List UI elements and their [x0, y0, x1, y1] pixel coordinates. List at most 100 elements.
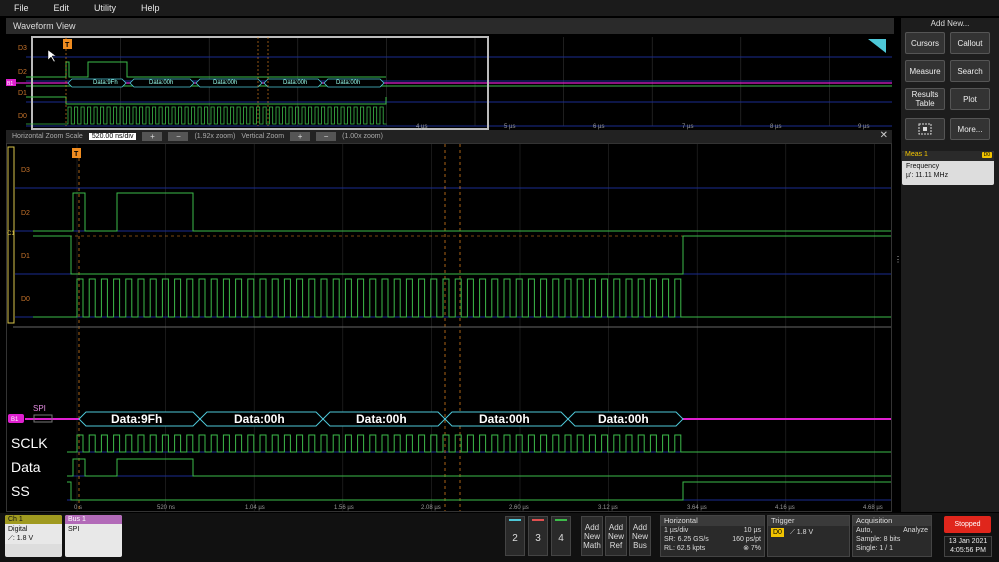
channel-3-button[interactable]: 3 — [528, 516, 548, 556]
panel-resize-handle-icon[interactable]: ⋮ — [894, 256, 902, 272]
waveform-view-title: Waveform View — [6, 18, 894, 34]
plot-button[interactable]: Plot — [950, 88, 990, 110]
menu-help[interactable]: Help — [127, 3, 171, 13]
measure-button[interactable]: Measure — [905, 60, 945, 82]
add-new-bus-button[interactable]: Add New Bus — [629, 516, 651, 556]
ch1-type: Digital — [8, 526, 28, 533]
ov-trigger-label: T — [65, 42, 70, 49]
time-tick: 1.04 µs — [245, 505, 265, 511]
ss-wave — [67, 481, 891, 501]
bus1-type: SPI — [68, 526, 80, 533]
channel-4-label: 4 — [558, 532, 564, 544]
channel-2-button[interactable]: 2 — [505, 516, 525, 556]
horizontal-record-length: RL: 62.5 kpts — [664, 545, 706, 552]
time-tick: 1.56 µs — [334, 505, 354, 511]
search-button[interactable]: Search — [950, 60, 990, 82]
signal-label-data: Data — [11, 459, 41, 475]
menu-bar: File Edit Utility Help — [0, 0, 999, 16]
v-zoom-plus-button[interactable]: + — [290, 132, 311, 141]
trigger-title: Trigger — [768, 516, 849, 526]
main-label-d1: D1 — [21, 253, 30, 260]
trigger-source: D0 — [771, 528, 784, 537]
bus-label: Data:00h — [234, 412, 285, 426]
trigger-level: ⟋ 1.8 V — [789, 529, 814, 536]
overview-panel[interactable]: D3 D2 D1 D0 B1 T Data:9Fh Data:00h Data:… — [6, 34, 892, 130]
ov-label-d0: D0 — [18, 113, 27, 120]
meas-1-value: µ': 11.11 MHz — [906, 172, 949, 179]
channel-4-button[interactable]: 4 — [551, 516, 571, 556]
main-waveform-panel[interactable]: D3 D2 D1 D0 C1 T B1 SPI SCLK Data SS 0 s… — [6, 143, 892, 512]
bus-label: Data:9Fh — [111, 412, 162, 426]
channel-3-label: 3 — [535, 532, 541, 544]
h-zoom-minus-button[interactable]: − — [168, 132, 189, 141]
acquisition-single: Single: 1 / 1 — [856, 545, 893, 552]
acquisition-sample: Sample: 8 bits — [856, 536, 901, 543]
cursors-button[interactable]: Cursors — [905, 32, 945, 54]
ov-bus-label: Data:00h — [283, 80, 307, 86]
meas-1-source: D0 — [981, 152, 992, 158]
h-zoom-label: Horizontal Zoom Scale — [12, 133, 83, 140]
bottom-settings-bar: Ch 1 Digital ⟋: 1.8 V Bus 1 SPI 2 3 4 Ad… — [0, 513, 999, 562]
bus1-title: Bus 1 — [65, 515, 122, 524]
add-new-math-button[interactable]: Add New Math — [581, 516, 603, 556]
time-tick: 0 s — [74, 505, 82, 511]
time-tick: 520 ns — [157, 505, 175, 511]
acquisition-mode: Auto, — [856, 527, 873, 534]
time-tick: 4.68 µs — [863, 505, 883, 511]
v-zoom-minus-button[interactable]: − — [316, 132, 337, 141]
callout-button[interactable]: Callout — [950, 32, 990, 54]
date-label: 13 Jan 2021 — [948, 538, 988, 545]
time-tick: 3.12 µs — [598, 505, 618, 511]
ov-bus-label: Data:00h — [149, 80, 173, 86]
acquisition-badge[interactable]: Acquisition Auto, Analyze Sample: 8 bits … — [852, 515, 932, 557]
main-label-d0: D0 — [21, 296, 30, 303]
zoom-select-button[interactable] — [905, 118, 945, 140]
horizontal-badge[interactable]: Horizontal 1 µs/div 10 µs SR: 6.25 GS/s 16… — [660, 515, 765, 557]
ch1-threshold: ⟋: 1.8 V — [8, 535, 34, 542]
bus-marker-label: B1 — [11, 417, 19, 423]
horizontal-title: Horizontal — [661, 516, 764, 526]
more-button[interactable]: More... — [950, 118, 990, 140]
overview-waves — [26, 37, 387, 126]
acquisition-title: Acquisition — [853, 516, 931, 526]
sclk-wave — [67, 434, 891, 453]
ch1-badge[interactable]: Ch 1 Digital ⟋: 1.8 V — [5, 515, 62, 557]
h-zoom-value[interactable]: 520.00 ns/div — [88, 133, 137, 140]
meas-1-title: Meas 1 — [905, 151, 928, 158]
menu-file[interactable]: File — [0, 3, 40, 13]
ch1-title: Ch 1 — [5, 515, 62, 524]
meas-1-header: Meas 1 D0 — [902, 151, 994, 161]
horizontal-resolution: 160 ps/pt — [732, 536, 761, 543]
trigger-badge[interactable]: Trigger D0 ⟋ 1.8 V — [767, 515, 850, 557]
horizontal-sample-rate: SR: 6.25 GS/s — [664, 536, 709, 543]
time-tick: 2.60 µs — [509, 505, 529, 511]
time-tick: 4.16 µs — [775, 505, 795, 511]
bus-label: Data:00h — [479, 412, 530, 426]
main-waveform-svg: D3 D2 D1 D0 C1 T B1 SPI SCLK Data SS 0 s… — [7, 144, 891, 511]
main-grid — [15, 144, 891, 511]
meas-1-badge[interactable]: Meas 1 D0 Frequency µ': 11.11 MHz — [902, 151, 994, 185]
horizontal-position: ⊗ 7% — [743, 545, 761, 552]
menu-utility[interactable]: Utility — [80, 3, 127, 13]
horizontal-scale: 1 µs/div — [664, 527, 689, 534]
results-table-button[interactable]: Results Table — [905, 88, 945, 110]
v-zoom-label: Vertical Zoom — [241, 133, 285, 140]
menu-edit[interactable]: Edit — [40, 3, 81, 13]
right-panel: Add New... Cursors Callout Measure Searc… — [901, 18, 999, 512]
data-wave — [67, 458, 891, 477]
h-zoom-plus-button[interactable]: + — [142, 132, 163, 141]
ov-bus-label: Data:9Fh — [93, 80, 118, 86]
d1-wave — [33, 235, 891, 275]
ov-label-d1: D1 — [18, 90, 27, 97]
ov-d2-wave — [26, 61, 386, 78]
main-time-ticks: 0 s 520 ns 1.04 µs 1.56 µs 2.08 µs 2.60 … — [74, 505, 883, 511]
ov-corner-marker — [868, 39, 886, 53]
main-label-d3: D3 — [21, 167, 30, 174]
add-new-ref-button[interactable]: Add New Ref — [605, 516, 627, 556]
run-status-button[interactable]: Stopped — [944, 516, 991, 533]
date-time-display: 13 Jan 2021 4:05:56 PM — [944, 536, 992, 557]
zoom-close-icon[interactable]: ✕ — [880, 130, 888, 141]
bus1-badge[interactable]: Bus 1 SPI — [65, 515, 122, 557]
bus-name-label: SPI — [33, 404, 46, 413]
ov-d0-wave — [26, 106, 387, 125]
